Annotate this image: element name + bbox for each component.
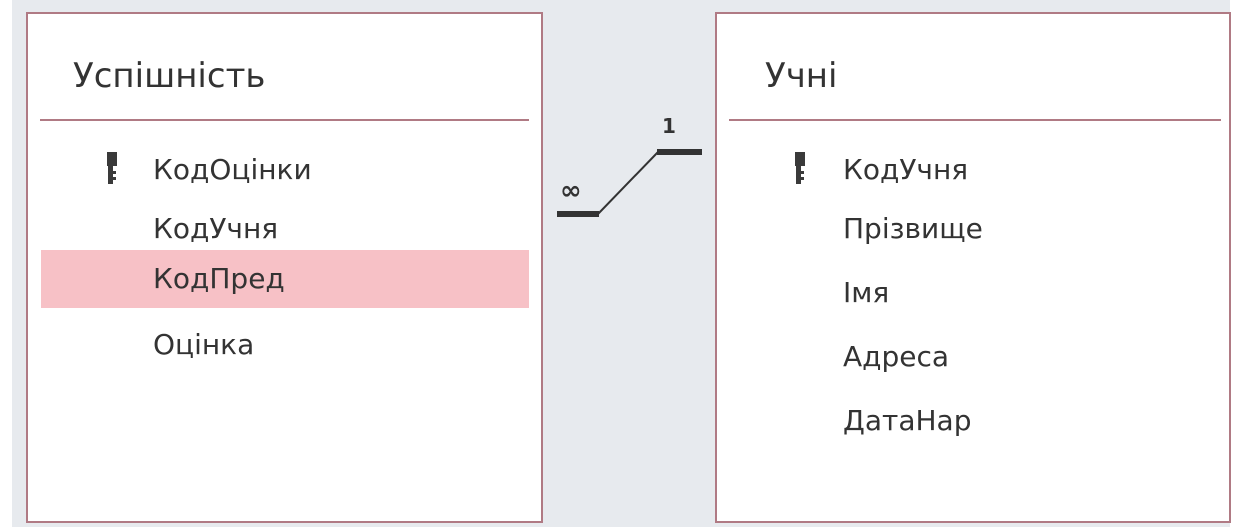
title-divider: [729, 119, 1221, 121]
field-label: КодПред: [153, 262, 285, 295]
table-uspishnist[interactable]: Успішність КодОцінки КодУчня КодПред Оці…: [26, 12, 543, 523]
field-row-adresa[interactable]: Адреса: [729, 328, 1219, 386]
field-row-prizvyshche[interactable]: Прізвище: [729, 200, 1219, 258]
key-icon: [107, 152, 117, 184]
relationship-one-label: 1: [662, 114, 676, 138]
canvas-edge-left: [0, 0, 12, 529]
table-title[interactable]: Успішність: [73, 54, 265, 98]
table-title[interactable]: Учні: [765, 54, 837, 98]
field-row-koduchnia-pk[interactable]: КодУчня: [729, 141, 1219, 199]
relationship-connector[interactable]: [597, 151, 659, 215]
field-row-kodotsinky[interactable]: КодОцінки: [41, 141, 529, 199]
field-label: КодОцінки: [153, 153, 312, 186]
field-row-imia[interactable]: Імя: [729, 264, 1219, 322]
key-icon: [795, 152, 805, 184]
one-side-bar: [657, 149, 702, 155]
field-label: ДатаНар: [843, 404, 972, 437]
field-row-kodpred-selected[interactable]: КодПред: [41, 250, 529, 308]
many-side-bar: [557, 211, 599, 217]
field-row-datanar[interactable]: ДатаНар: [729, 392, 1219, 450]
field-label: Імя: [843, 276, 890, 309]
field-row-otsinka[interactable]: Оцінка: [41, 316, 529, 374]
field-label: Оцінка: [153, 328, 255, 361]
field-label: Адреса: [843, 340, 950, 373]
canvas-edge-right: [1230, 0, 1237, 529]
table-uchni[interactable]: Учні КодУчня Прізвище Імя Адреса ДатаНар: [715, 12, 1231, 523]
field-label: Прізвище: [843, 212, 983, 245]
title-divider: [40, 119, 529, 121]
relationship-many-label: ∞: [560, 176, 582, 206]
field-label: КодУчня: [843, 153, 969, 186]
